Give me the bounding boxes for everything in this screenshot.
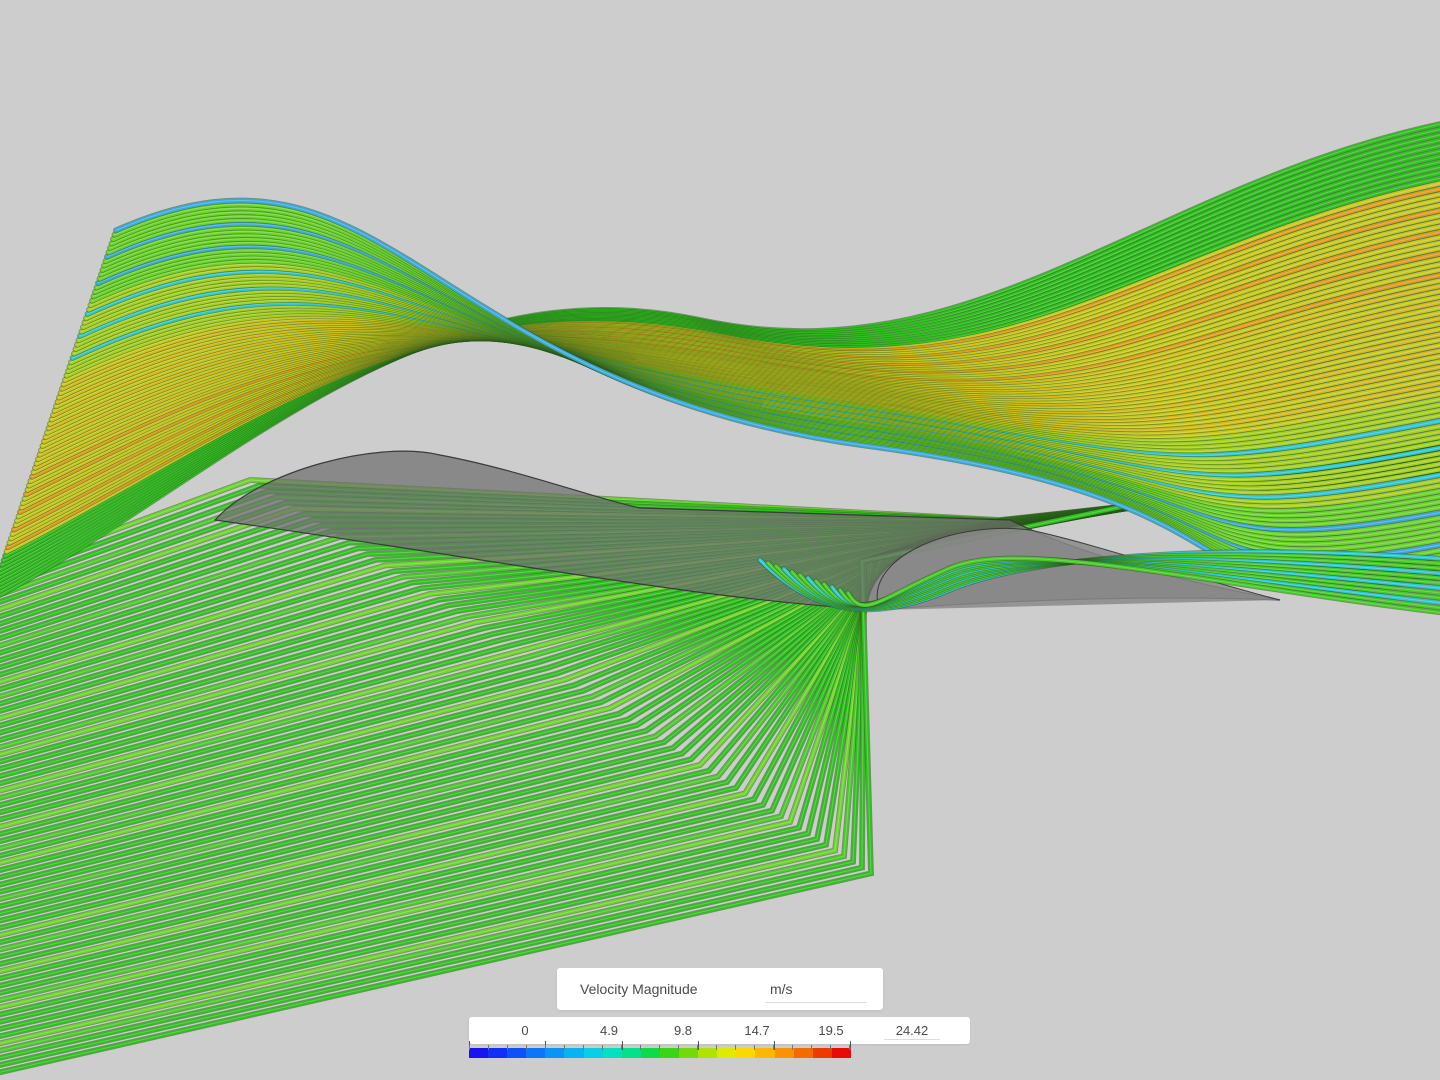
legend-minor-tick: [507, 1045, 508, 1050]
legend-major-tick: [622, 1041, 623, 1050]
colorbar-segment: [793, 1048, 813, 1058]
legend-title-panel: Velocity Magnitude m/s: [557, 968, 883, 1010]
legend-minor-tick: [678, 1045, 679, 1050]
colorbar-segment: [488, 1048, 508, 1058]
colorbar-segment: [774, 1048, 794, 1058]
legend-tick-2: 9.8: [673, 1023, 693, 1038]
legend-minor-tick: [735, 1045, 736, 1050]
legend-minor-tick: [697, 1045, 698, 1050]
legend-tick-0: 0: [521, 1023, 529, 1038]
colorbar-segment: [583, 1048, 603, 1058]
colorbar-segment: [640, 1048, 660, 1058]
legend-tick-1: 4.9: [599, 1023, 619, 1038]
legend-scale-panel: 0 4.9 9.8 14.7 19.5 24.42: [469, 1017, 970, 1044]
3d-viewport[interactable]: [0, 0, 1440, 1080]
colorbar-segment: [659, 1048, 680, 1058]
colorbar-segment: [679, 1048, 699, 1058]
legend-minor-tick: [659, 1045, 660, 1050]
colorbar-segment: [469, 1048, 489, 1058]
legend-title: Velocity Magnitude: [580, 981, 698, 997]
legend-minor-tick: [564, 1045, 565, 1050]
legend-minor-tick: [583, 1045, 584, 1050]
legend-tick-4: 19.5: [818, 1023, 844, 1038]
colorbar-segment: [736, 1048, 756, 1058]
colorbar-segment: [602, 1048, 622, 1058]
colorbar-segment: [507, 1048, 527, 1058]
legend-max-value[interactable]: 24.42: [884, 1023, 940, 1038]
legend-minor-tick: [773, 1045, 774, 1050]
legend-minor-tick: [640, 1045, 641, 1050]
streamline-scene[interactable]: [0, 0, 1440, 1080]
legend-minor-tick: [811, 1045, 812, 1050]
legend-minor-tick: [526, 1045, 527, 1050]
colorbar-segment: [564, 1048, 584, 1058]
colorbar-segment: [621, 1048, 641, 1058]
colorbar-segment: [545, 1048, 565, 1058]
colorbar-segment: [698, 1048, 718, 1058]
colorbar-segment: [831, 1048, 851, 1058]
legend-major-tick: [850, 1041, 851, 1050]
legend-max-input[interactable]: 24.42: [884, 1021, 940, 1040]
colorbar-segment: [755, 1048, 775, 1058]
legend-minor-tick: [488, 1045, 489, 1050]
legend-minor-tick: [469, 1045, 470, 1050]
legend-minor-tick: [754, 1045, 755, 1050]
unit-selector[interactable]: m/s: [765, 976, 867, 1003]
legend-tick-3: 14.7: [744, 1023, 770, 1038]
legend-minor-tick: [716, 1045, 717, 1050]
legend-minor-tick: [792, 1045, 793, 1050]
legend-minor-tick: [602, 1045, 603, 1050]
colorbar-segment: [812, 1048, 832, 1058]
colorbar-segment: [526, 1048, 546, 1058]
legend-unit[interactable]: m/s: [770, 981, 793, 997]
legend-minor-tick: [545, 1045, 546, 1050]
colorbar-segment: [717, 1048, 737, 1058]
legend-minor-tick: [849, 1045, 850, 1050]
legend-major-tick: [774, 1041, 775, 1050]
legend-major-tick: [698, 1041, 699, 1050]
legend-minor-tick: [621, 1045, 622, 1050]
legend-minor-tick: [830, 1045, 831, 1050]
